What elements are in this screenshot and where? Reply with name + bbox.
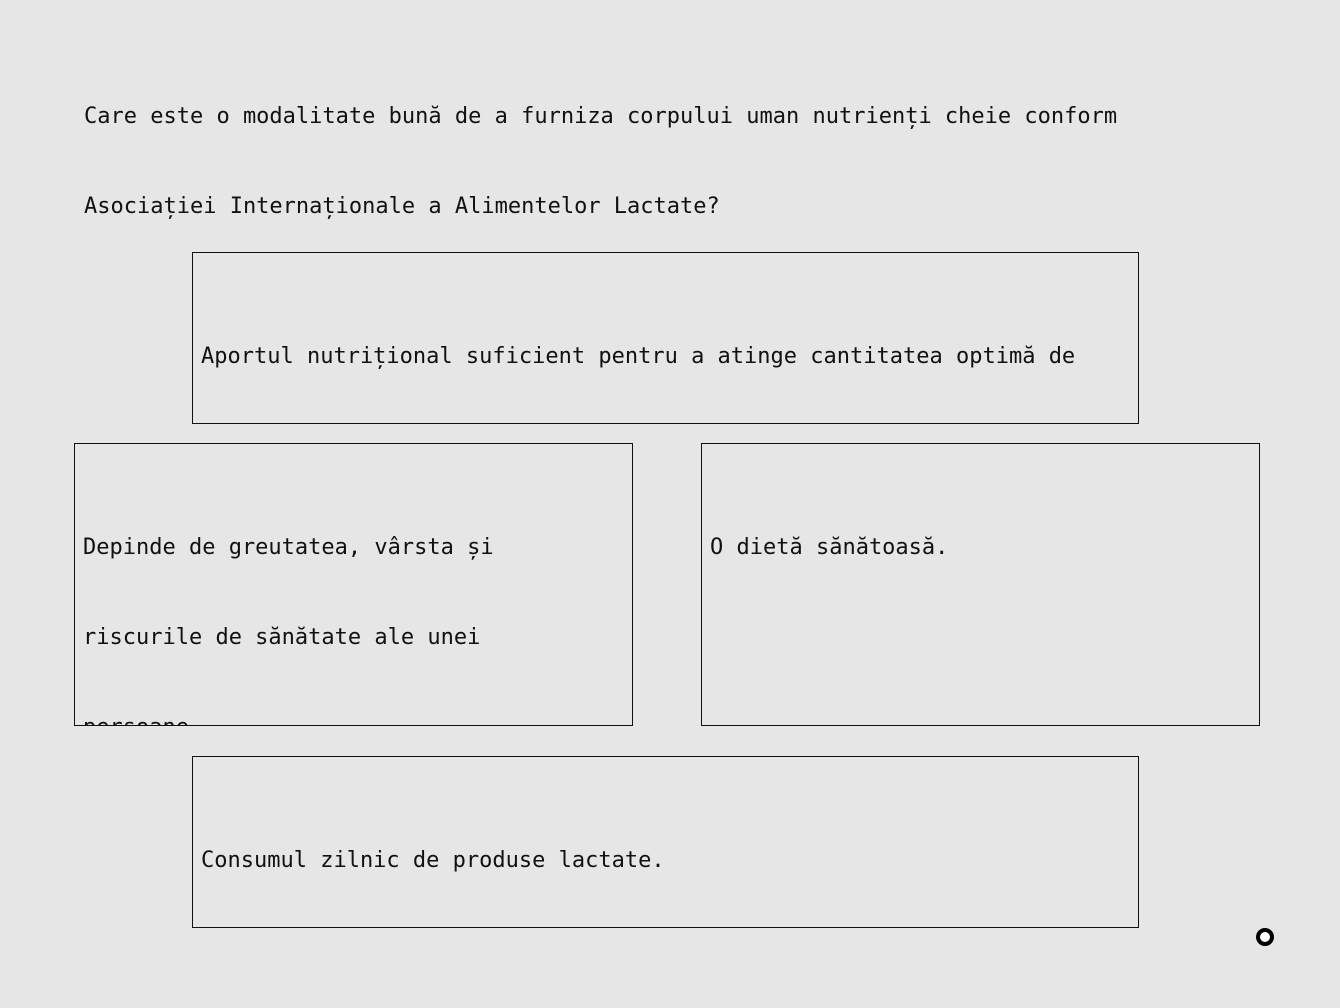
question-text: Care este o modalitate bună de a furniza… <box>84 104 1118 219</box>
cursor-ring-icon <box>1256 928 1274 946</box>
answer-option-b[interactable]: Depinde de greutatea, vârsta și riscuril… <box>74 443 633 726</box>
answer-option-a[interactable]: Aportul nutrițional suficient pentru a a… <box>192 252 1139 424</box>
answer-option-a-text: Aportul nutrițional suficient pentru a a… <box>201 344 1076 369</box>
answer-option-c[interactable]: O dietă sănătoasă. <box>701 443 1260 726</box>
answer-option-d-text: Consumul zilnic de produse lactate. <box>201 848 665 873</box>
answer-option-d[interactable]: Consumul zilnic de produse lactate. <box>192 756 1139 928</box>
answer-option-b-text: Depinde de greutatea, vârsta și riscuril… <box>83 535 494 725</box>
answer-option-c-text: O dietă sănătoasă. <box>710 535 949 560</box>
